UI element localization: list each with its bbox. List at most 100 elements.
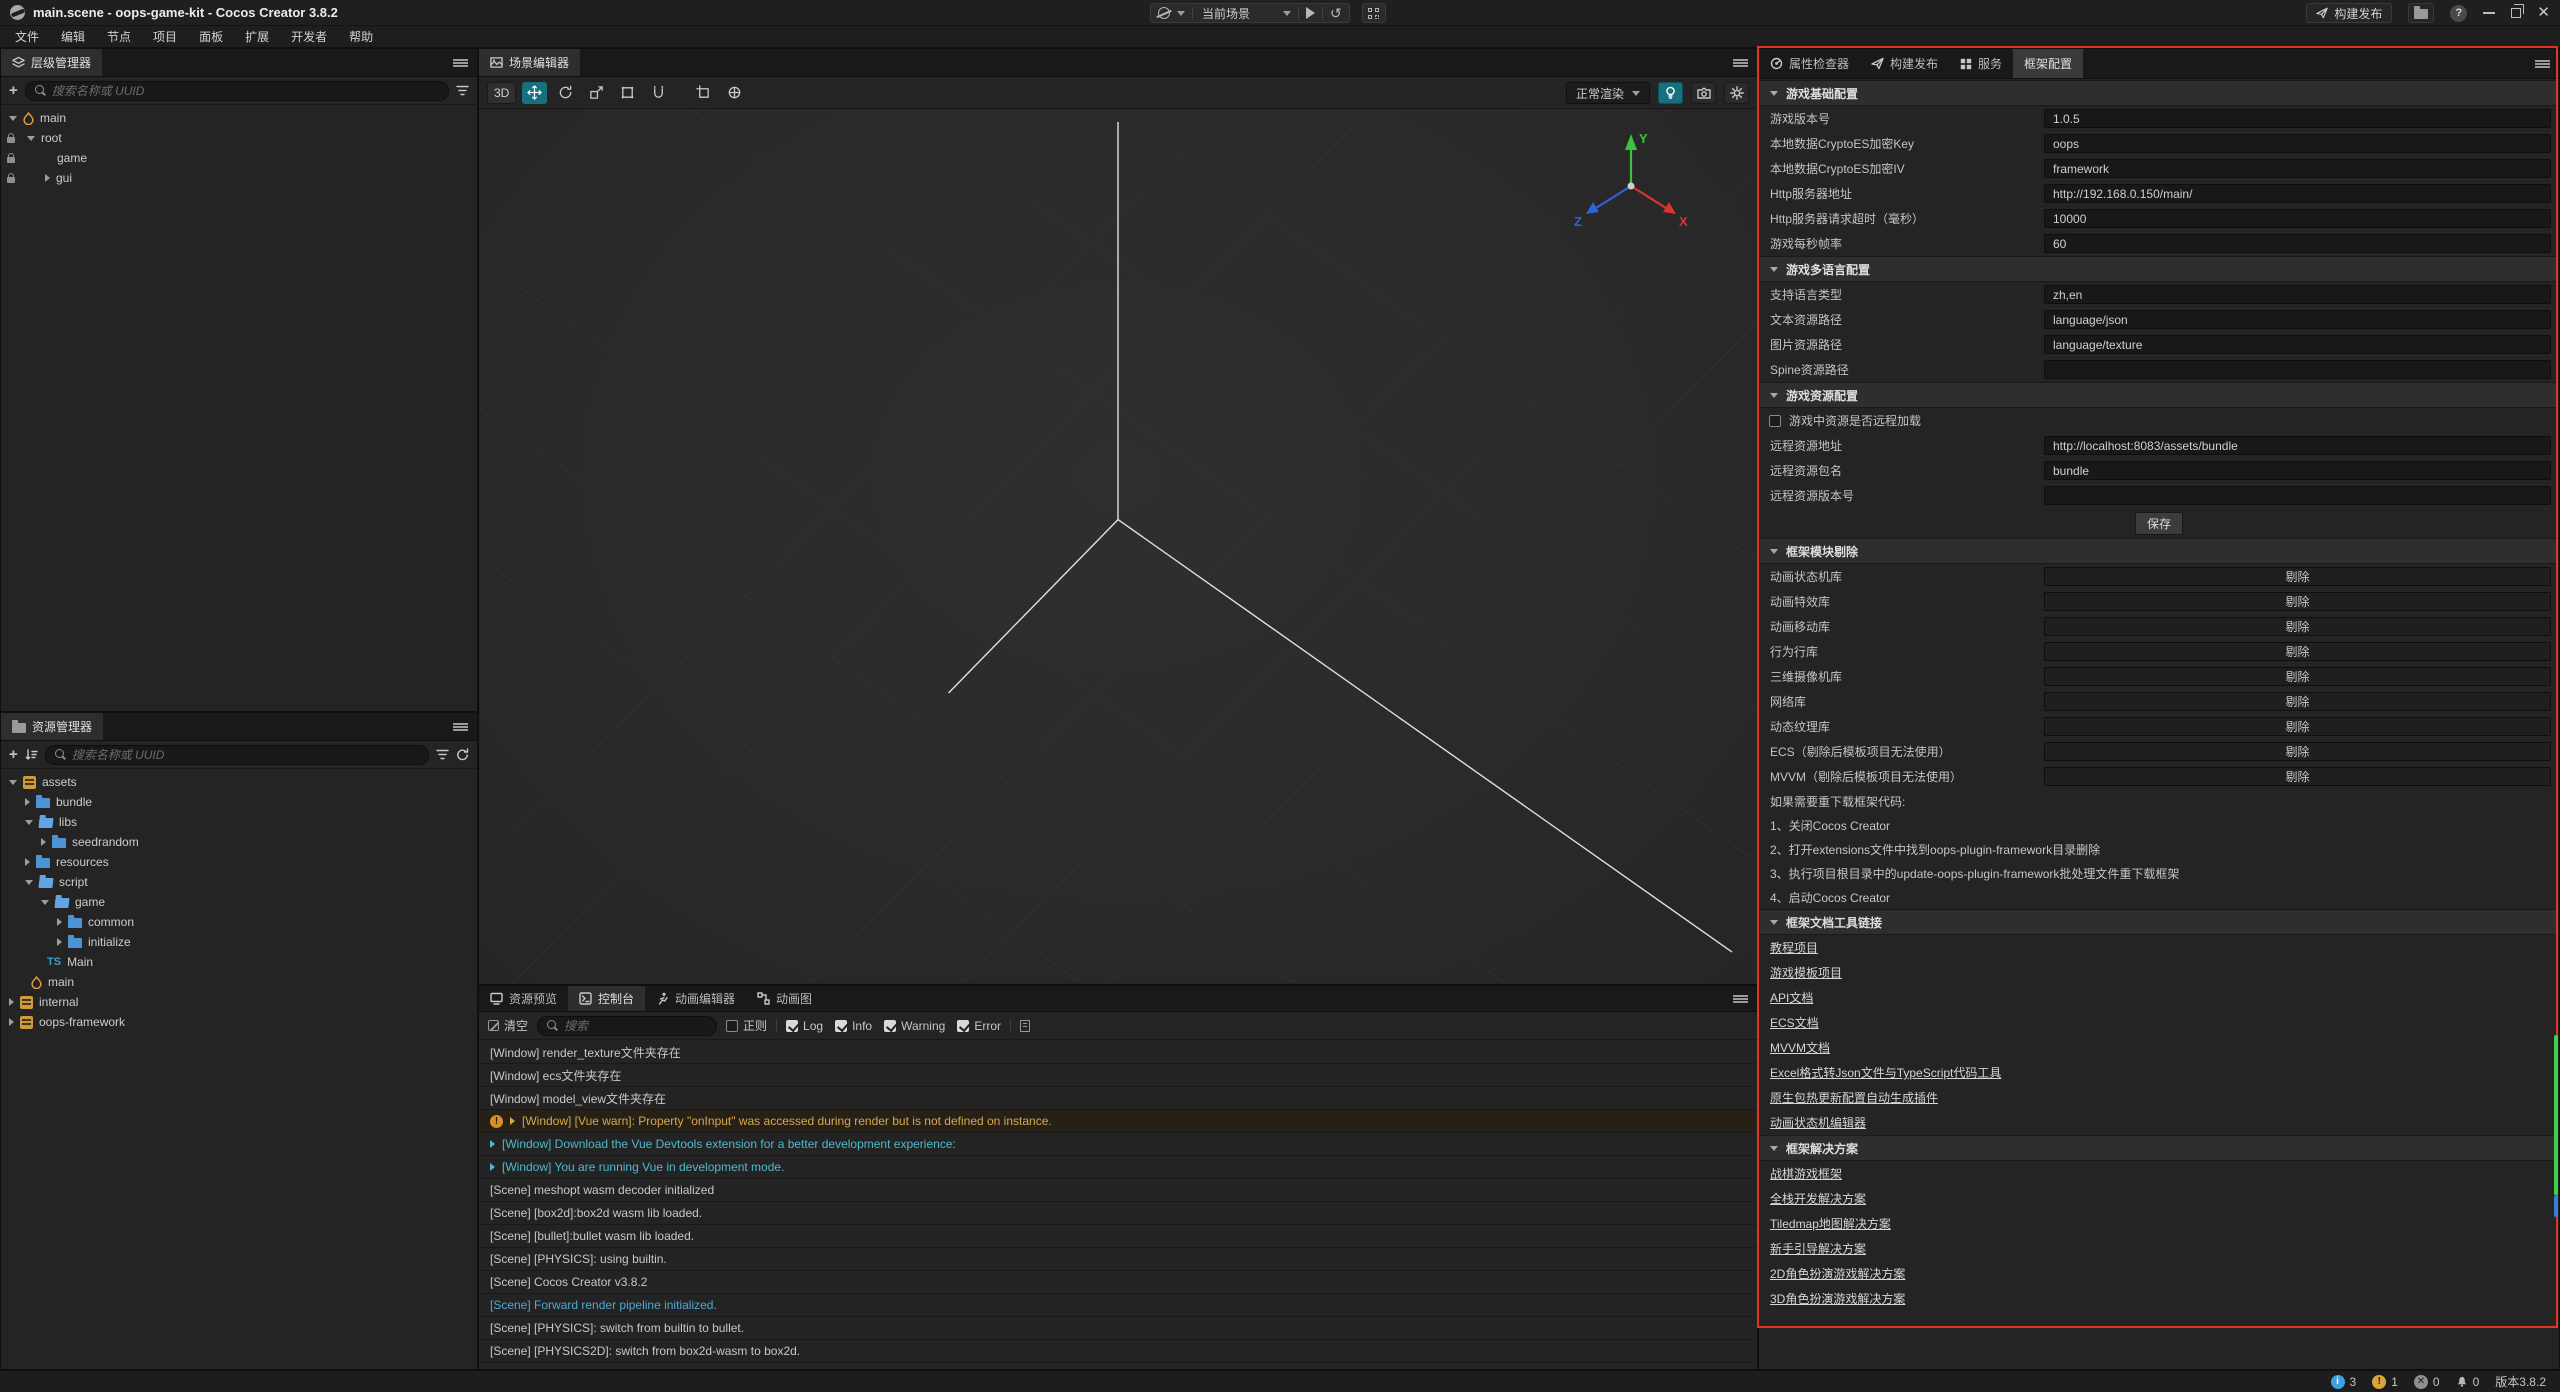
help-button[interactable]: ? — [2450, 5, 2467, 22]
asset-node-bundle[interactable]: bundle — [1, 792, 477, 812]
move-tool-button[interactable] — [522, 82, 547, 104]
chevron-right-icon[interactable] — [9, 1018, 14, 1026]
tab-build-publish[interactable]: 构建发布 — [1860, 49, 1949, 78]
close-button[interactable]: ✕ — [2537, 6, 2550, 20]
tab-console[interactable]: 控制台 — [568, 986, 645, 1011]
tab-hierarchy[interactable]: 层级管理器 — [1, 49, 102, 76]
config-value-input[interactable]: framework — [2044, 159, 2551, 178]
remove-module-button[interactable]: 剔除 — [2044, 667, 2551, 686]
console-log-row[interactable]: ! [Window] Download the Vue Devtools ext… — [480, 1133, 1756, 1156]
asset-node-common[interactable]: common — [1, 912, 477, 932]
console-log-row[interactable]: ! [Scene] [bullet]:bullet wasm lib loade… — [480, 1225, 1756, 1248]
lock-icon[interactable] — [7, 157, 15, 163]
section-game-basic-config[interactable]: 游戏基础配置 — [1760, 80, 2558, 106]
menu-item[interactable]: 开发者 — [280, 28, 338, 45]
log-filter-checkbox[interactable]: Info — [835, 1019, 872, 1033]
hierarchy-node-root[interactable]: root — [1, 128, 477, 148]
asset-node-initialize[interactable]: initialize — [1, 932, 477, 952]
config-value-input[interactable]: language/json — [2044, 310, 2551, 329]
3d-mode-toggle[interactable]: 3D — [487, 82, 516, 104]
maximize-button[interactable] — [2511, 8, 2521, 18]
remove-module-button[interactable]: 剔除 — [2044, 642, 2551, 661]
asset-node-libs[interactable]: libs — [1, 812, 477, 832]
chevron-down-icon[interactable] — [9, 780, 17, 785]
scale-tool-button[interactable] — [584, 82, 609, 104]
asset-node-resources[interactable]: resources — [1, 852, 477, 872]
config-value-input[interactable]: 10000 — [2044, 209, 2551, 228]
remove-module-button[interactable]: 剔除 — [2044, 592, 2551, 611]
panel-menu-icon[interactable] — [1733, 59, 1748, 67]
chevron-right-icon[interactable] — [45, 174, 50, 182]
section-doc-links[interactable]: 框架文档工具链接 — [1760, 909, 2558, 935]
asset-node-internal[interactable]: internal — [1, 992, 477, 1012]
scene-viewport[interactable]: Y X Z — [480, 110, 1756, 983]
config-value-input[interactable]: 1.0.5 — [2044, 109, 2551, 128]
solution-link[interactable]: 战棋游戏框架 — [1770, 1165, 1842, 1182]
expand-caret-icon[interactable] — [490, 1140, 495, 1148]
config-value-input[interactable] — [2044, 486, 2551, 505]
regex-checkbox[interactable]: 正则 — [726, 1017, 767, 1034]
hierarchy-search-input[interactable] — [52, 84, 439, 98]
rotate-tool-button[interactable] — [553, 82, 578, 104]
asset-node-game[interactable]: game — [1, 892, 477, 912]
render-mode-select[interactable]: 正常渲染 — [1566, 82, 1650, 104]
chevron-down-icon[interactable] — [1283, 11, 1291, 16]
console-log-row[interactable]: ! [Scene] [PHYSICS]: switch from builtin… — [480, 1317, 1756, 1340]
menu-item[interactable]: 节点 — [96, 28, 142, 45]
hierarchy-node-game[interactable]: game — [1, 148, 477, 168]
console-searchbox[interactable] — [537, 1016, 717, 1036]
config-value-input[interactable] — [2044, 360, 2551, 379]
doc-link[interactable]: 教程项目 — [1770, 939, 1818, 956]
lock-icon[interactable] — [7, 137, 15, 143]
panel-menu-icon[interactable] — [2535, 60, 2550, 68]
remove-module-button[interactable]: 剔除 — [2044, 742, 2551, 761]
error-count[interactable]: ✕ 0 — [2414, 1375, 2440, 1389]
chevron-down-icon[interactable] — [41, 900, 49, 905]
add-asset-button[interactable]: + — [9, 748, 18, 762]
console-log-row[interactable]: ! [Scene] Forward render pipeline initia… — [480, 1294, 1756, 1317]
snap-tool-button[interactable] — [691, 82, 716, 104]
section-game-resource-config[interactable]: 游戏资源配置 — [1760, 382, 2558, 408]
notification-count[interactable]: 0 — [2456, 1375, 2480, 1389]
console-log-row[interactable]: ! [Scene] meshopt wasm decoder initializ… — [480, 1179, 1756, 1202]
panel-menu-icon[interactable] — [1733, 995, 1748, 1003]
section-solutions[interactable]: 框架解决方案 — [1760, 1135, 2558, 1161]
chevron-down-icon[interactable] — [9, 116, 17, 121]
panel-menu-icon[interactable] — [453, 723, 468, 731]
console-log-row[interactable]: ! [Window] ecs文件夹存在 — [480, 1064, 1756, 1087]
open-project-folder-button[interactable] — [2408, 3, 2434, 23]
solution-link[interactable]: 全栈开发解决方案 — [1770, 1190, 1866, 1207]
console-log-row[interactable]: ! [Scene] [PHYSICS]: using builtin. — [480, 1248, 1756, 1271]
minimize-button[interactable] — [2483, 12, 2495, 14]
warning-count[interactable]: ! 1 — [2372, 1375, 2398, 1389]
console-log-row[interactable]: ! [Scene] [box2d]:box2d wasm lib loaded. — [480, 1202, 1756, 1225]
asset-node-script[interactable]: script — [1, 872, 477, 892]
tab-animation-editor[interactable]: 动画编辑器 — [645, 986, 746, 1011]
config-value-input[interactable]: http://192.168.0.150/main/ — [2044, 184, 2551, 203]
console-log-row[interactable]: ! [Window] model_view文件夹存在 — [480, 1087, 1756, 1110]
chevron-down-icon[interactable] — [1177, 11, 1185, 16]
chevron-right-icon[interactable] — [57, 938, 62, 946]
menu-item[interactable]: 项目 — [142, 28, 188, 45]
scene-selector-dropdown[interactable]: 当前场景 — [1200, 5, 1276, 22]
solution-link[interactable]: 2D角色扮演游戏解决方案 — [1770, 1265, 1905, 1282]
remote-load-checkbox-row[interactable]: 游戏中资源是否远程加载 — [1760, 408, 2558, 433]
asset-node-seedrandom[interactable]: seedrandom — [1, 832, 477, 852]
hierarchy-node-main[interactable]: main — [1, 108, 477, 128]
doc-link[interactable]: 动画状态机编辑器 — [1770, 1114, 1866, 1131]
tab-assets[interactable]: 资源管理器 — [1, 713, 103, 740]
menu-item[interactable]: 文件 — [4, 28, 50, 45]
filter-icon[interactable] — [436, 749, 449, 760]
solution-link[interactable]: 新手引导解决方案 — [1770, 1240, 1866, 1257]
config-value-input[interactable]: http://localhost:8083/assets/bundle — [2044, 436, 2551, 455]
filter-icon[interactable] — [456, 85, 469, 96]
save-button[interactable]: 保存 — [2135, 512, 2183, 535]
tab-framework-config[interactable]: 框架配置 — [2013, 49, 2083, 78]
asset-node-main-scene[interactable]: main — [1, 972, 477, 992]
section-game-i18n-config[interactable]: 游戏多语言配置 — [1760, 256, 2558, 282]
solution-link[interactable]: Tiledmap地图解决方案 — [1770, 1215, 1891, 1232]
inspector-scrollbar-thumb[interactable] — [2554, 1035, 2558, 1195]
tab-scene-editor[interactable]: 场景编辑器 — [479, 49, 580, 76]
console-log-row[interactable]: ! [Window] [Vue warn]: Property "onInput… — [480, 1110, 1756, 1133]
assets-searchbox[interactable] — [45, 745, 429, 765]
